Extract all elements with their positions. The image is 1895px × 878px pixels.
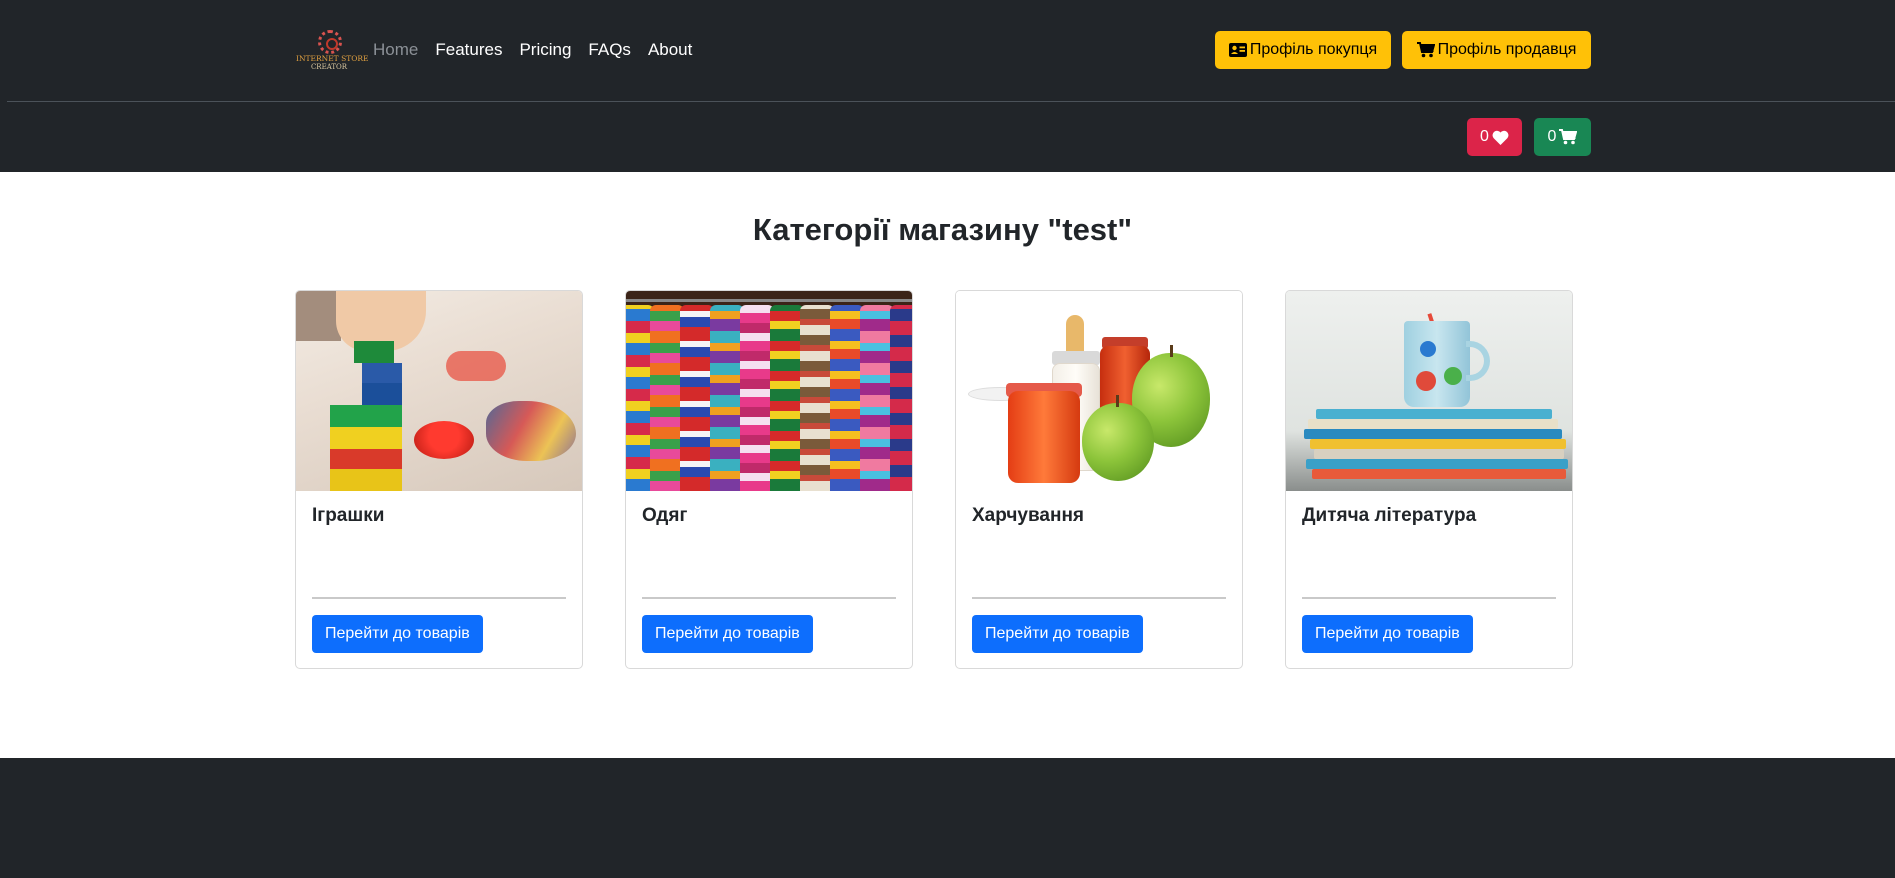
seller-profile-label: Профіль продавця [1437,41,1577,58]
main-nav: Home Features Pricing FAQs About [373,38,692,62]
top-navbar: INTERNET STORE CREATOR Home Features Pri… [0,0,1895,102]
card-divider [972,597,1226,599]
category-title: Дитяча література [1302,505,1477,526]
cart-button[interactable]: 0 [1534,118,1591,156]
category-title: Харчування [972,505,1085,526]
category-card-toys: Іграшки Перейти до товарів [295,290,583,669]
logo-text-line1: INTERNET STORE [296,54,369,63]
seller-profile-button[interactable]: Профіль продавця [1402,31,1591,69]
category-title: Іграшки [312,505,385,526]
favorites-count: 0 [1480,128,1489,145]
card-divider [1302,597,1556,599]
toy-blocks-photo [296,291,582,491]
buyer-profile-button[interactable]: Профіль покупця [1215,31,1391,69]
page-title: Категорії магазину "test" [752,212,1133,247]
go-to-products-button[interactable]: Перейти до товарів [972,615,1143,653]
nav-features[interactable]: Features [435,38,502,62]
children-books-photo [1286,291,1572,491]
site-header: INTERNET STORE CREATOR Home Features Pri… [0,0,1895,172]
go-to-products-button[interactable]: Перейти до товарів [312,615,483,653]
category-card-food: Харчування Перейти до товарів [955,290,1243,669]
nav-home[interactable]: Home [373,38,418,62]
category-card-childrens-books: Дитяча література Перейти до товарів [1285,290,1573,669]
nav-about[interactable]: About [648,38,692,62]
favorites-button[interactable]: 0 [1467,118,1522,156]
go-to-products-button[interactable]: Перейти до товарів [642,615,813,653]
baby-food-photo [956,291,1242,491]
cart-icon [1559,129,1578,145]
cart-count: 0 [1547,128,1557,145]
nav-faqs[interactable]: FAQs [588,38,631,62]
buyer-profile-label: Профіль покупця [1249,41,1378,58]
clothes-rack-photo [626,291,912,491]
category-card-clothes: Одяг Перейти до товарів [625,290,913,669]
logo-text-line2: CREATOR [310,63,348,71]
site-footer [0,758,1895,878]
card-divider [642,597,896,599]
logo-emblem-icon [318,30,342,54]
header-divider [7,101,1895,102]
cart-icon [1416,42,1435,58]
id-card-icon [1228,43,1247,57]
brand-logo[interactable]: INTERNET STORE CREATOR [296,28,369,72]
card-divider [312,597,566,599]
nav-pricing[interactable]: Pricing [519,38,571,62]
go-to-products-button[interactable]: Перейти до товарів [1302,615,1473,653]
category-title: Одяг [642,505,688,526]
heart-icon [1492,130,1509,145]
